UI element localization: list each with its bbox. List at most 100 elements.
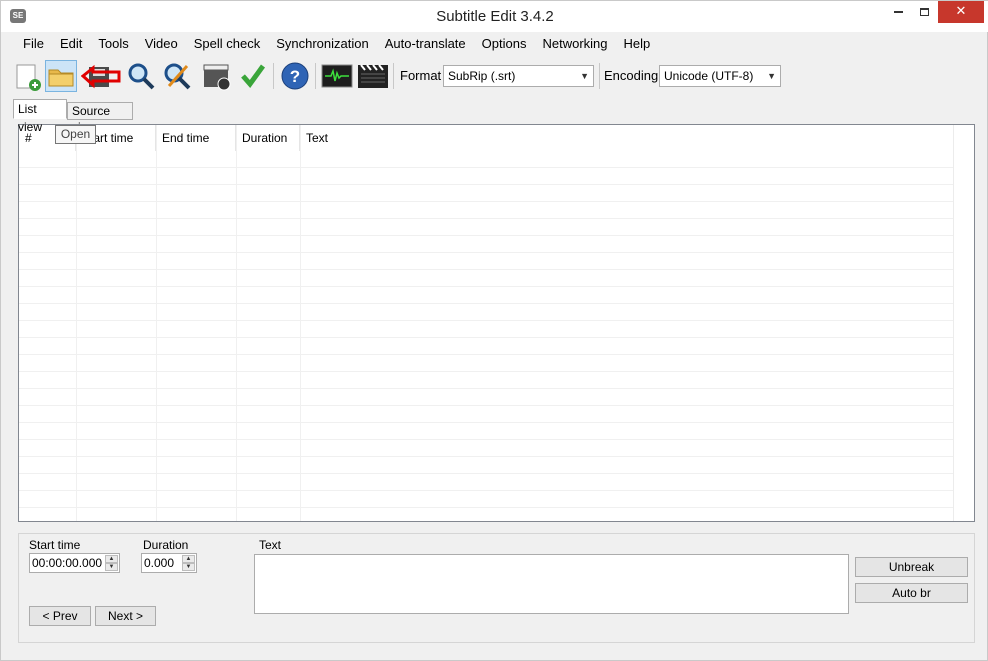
prev-button[interactable]: < Prev <box>29 606 91 626</box>
status-bar <box>1 649 988 661</box>
duration-field[interactable]: 0.000 ▲ ▼ <box>141 553 197 573</box>
grid-empty-row <box>19 389 954 406</box>
grid-empty-row <box>19 474 954 491</box>
grid-column-line <box>236 125 237 521</box>
spin-up-icon[interactable]: ▲ <box>105 555 118 563</box>
text-label: Text <box>259 538 282 552</box>
toolbar-separator <box>273 63 274 89</box>
vertical-scrollbar[interactable] <box>953 125 974 521</box>
toolbar-separator <box>599 63 600 89</box>
save-button[interactable] <box>80 60 121 92</box>
spell-check-icon <box>241 64 266 89</box>
unbreak-button[interactable]: Unbreak <box>855 557 968 577</box>
grid-empty-row <box>19 372 954 389</box>
minimize-button[interactable] <box>885 1 911 23</box>
open-folder-icon <box>48 69 74 87</box>
start-time-field[interactable]: 00:00:00.000 ▲ ▼ <box>29 553 120 573</box>
spell-check-button[interactable] <box>237 60 269 92</box>
open-button[interactable] <box>45 60 77 92</box>
menu-networking[interactable]: Networking <box>534 34 615 56</box>
waveform-button[interactable] <box>321 60 353 92</box>
grid-empty-row <box>19 304 954 321</box>
window-title: Subtitle Edit 3.4.2 <box>436 8 554 25</box>
maximize-icon <box>919 7 929 16</box>
grid-empty-row <box>19 270 954 287</box>
visual-sync-icon <box>203 64 231 91</box>
chevron-down-icon: ▼ <box>767 71 776 81</box>
toolbar: ? Format SubRip (.srt) ▼ Encoding Unicod… <box>9 57 981 95</box>
menu-auto-translate[interactable]: Auto-translate <box>377 34 474 56</box>
tab-list-view[interactable]: List view <box>13 99 67 134</box>
grid-empty-row <box>19 253 954 270</box>
subtitle-list[interactable]: # Start time End time Duration Text <box>18 124 975 522</box>
close-icon: ✕ <box>955 3 967 18</box>
grid-empty-row <box>19 338 954 355</box>
encoding-value: Unicode (UTF-8) <box>664 69 754 83</box>
waveform-icon <box>321 64 353 88</box>
subtitle-text-input[interactable] <box>254 554 849 614</box>
format-select[interactable]: SubRip (.srt) ▼ <box>443 65 594 87</box>
spin-down-icon[interactable]: ▼ <box>182 563 195 571</box>
close-button[interactable]: ✕ <box>938 1 984 23</box>
app-window: SE Subtitle Edit 3.4.2 ✕ File Edit Tools… <box>0 0 988 661</box>
toolbar-separator <box>315 63 316 89</box>
menu-video[interactable]: Video <box>137 34 186 56</box>
grid-empty-row <box>19 440 954 457</box>
duration-label: Duration <box>143 538 189 552</box>
grid-empty-row <box>19 185 954 202</box>
column-header-duration[interactable]: Duration <box>236 125 300 151</box>
format-label: Format <box>400 68 442 83</box>
grid-empty-row <box>19 355 954 372</box>
next-button[interactable]: Next > <box>95 606 156 626</box>
tab-source-view[interactable]: Source view <box>67 102 133 134</box>
grid-empty-row <box>19 151 954 168</box>
find-button[interactable] <box>125 60 157 92</box>
encoding-label: Encoding <box>604 68 659 83</box>
menu-bar: File Edit Tools Video Spell check Synchr… <box>9 34 658 56</box>
column-header-end-time[interactable]: End time <box>156 125 236 151</box>
menu-spell-check[interactable]: Spell check <box>186 34 268 56</box>
menu-file[interactable]: File <box>9 34 52 56</box>
replace-icon <box>164 63 191 90</box>
menu-synchronization[interactable]: Synchronization <box>268 34 377 56</box>
start-time-label: Start time <box>29 538 81 552</box>
grid-column-line <box>76 125 77 521</box>
toolbar-separator <box>393 63 394 89</box>
grid-column-line <box>300 125 301 521</box>
spin-up-icon[interactable]: ▲ <box>182 555 195 563</box>
auto-br-button[interactable]: Auto br <box>855 583 968 603</box>
minimize-icon <box>893 10 903 13</box>
grid-empty-row <box>19 508 954 521</box>
replace-button[interactable] <box>161 60 193 92</box>
maximize-button[interactable] <box>911 1 937 23</box>
menu-edit[interactable]: Edit <box>52 34 90 56</box>
help-button[interactable]: ? <box>279 60 311 92</box>
visual-sync-button[interactable] <box>201 60 233 92</box>
grid-empty-row <box>19 202 954 219</box>
grid-empty-row <box>19 423 954 440</box>
video-clapper-icon <box>358 64 388 88</box>
grid-header: # Start time End time Duration Text <box>19 125 954 151</box>
encoding-select[interactable]: Unicode (UTF-8) ▼ <box>659 65 781 87</box>
grid-empty-row <box>19 406 954 423</box>
grid-empty-row <box>19 321 954 338</box>
menu-tools[interactable]: Tools <box>90 34 136 56</box>
menu-options[interactable]: Options <box>474 34 535 56</box>
grid-empty-row <box>19 457 954 474</box>
menu-help[interactable]: Help <box>616 34 659 56</box>
grid-empty-row <box>19 236 954 253</box>
grid-empty-row <box>19 491 954 508</box>
help-icon: ? <box>281 62 309 90</box>
duration-value: 0.000 <box>144 556 175 570</box>
grid-column-line <box>156 125 157 521</box>
svg-text:?: ? <box>290 67 300 86</box>
column-header-text[interactable]: Text <box>300 125 954 151</box>
video-button[interactable] <box>357 60 389 92</box>
open-tooltip: Open <box>55 125 96 144</box>
grid-empty-row <box>19 219 954 236</box>
spin-down-icon[interactable]: ▼ <box>105 563 118 571</box>
grid-empty-row <box>19 287 954 304</box>
chevron-down-icon: ▼ <box>580 71 589 81</box>
save-icon <box>80 64 121 89</box>
new-button[interactable] <box>11 60 43 92</box>
